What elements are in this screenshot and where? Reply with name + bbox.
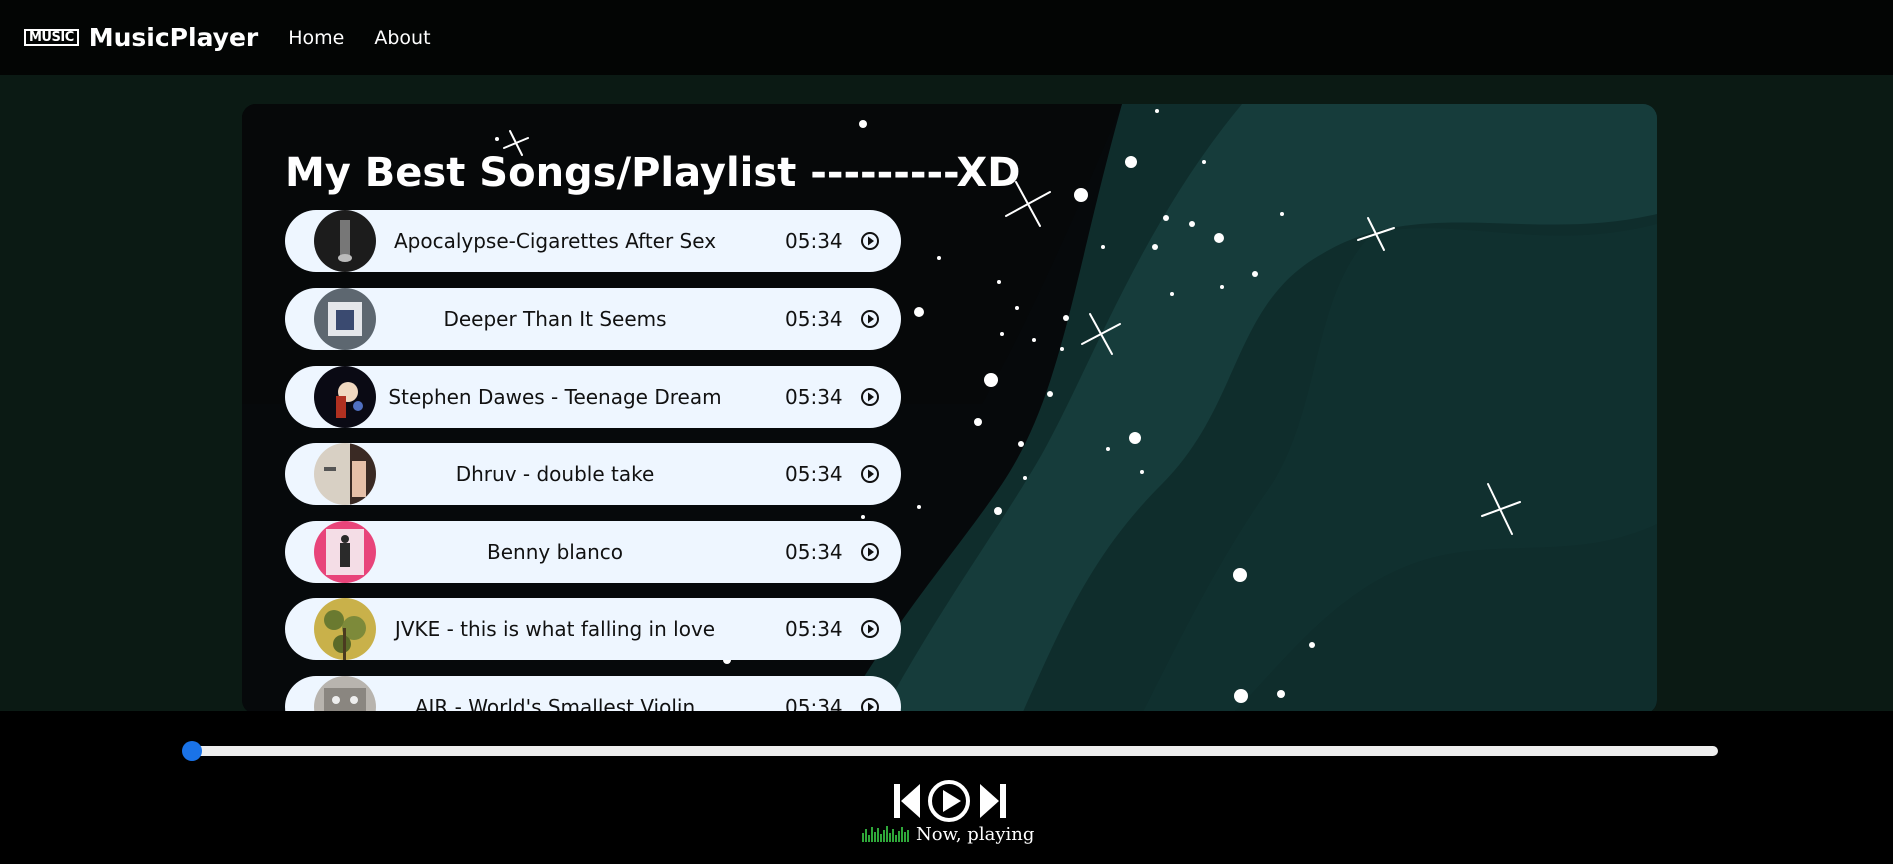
brand-title[interactable]: MusicPlayer <box>89 23 259 52</box>
play-circle-icon[interactable] <box>860 464 880 484</box>
song-title: JVKE - this is what falling in love <box>394 617 716 641</box>
album-cover <box>314 366 376 428</box>
play-icon[interactable] <box>928 780 970 822</box>
song-title: Dhruv - double take <box>455 462 655 486</box>
song-item[interactable]: JVKE - this is what falling in love 05:3… <box>285 598 901 660</box>
song-title: AJR - World's Smallest Violin <box>414 695 696 714</box>
now-playing-indicator: Now, playing <box>862 822 1034 846</box>
now-playing-text: Now, playing <box>916 823 1035 845</box>
play-circle-icon[interactable] <box>860 542 880 562</box>
playlist-container: My Best Songs/Playlist ---------XD Apoca… <box>242 104 1657 714</box>
song-item[interactable]: Deeper Than It Seems 05:34 <box>285 288 901 350</box>
song-duration: 05:34 <box>785 540 843 564</box>
song-duration: 05:34 <box>785 695 843 714</box>
previous-icon[interactable] <box>894 784 920 818</box>
nav-home-link[interactable]: Home <box>288 27 344 49</box>
song-duration: 05:34 <box>785 307 843 331</box>
song-item[interactable]: Stephen Dawes - Teenage Dream 05:34 <box>285 366 901 428</box>
album-cover <box>314 210 376 272</box>
logo-text: MUSIC <box>29 30 74 45</box>
next-icon[interactable] <box>980 784 1006 818</box>
progress-bar[interactable] <box>183 746 1718 756</box>
album-cover <box>314 598 376 660</box>
nav-about-link[interactable]: About <box>374 27 430 49</box>
song-title: Deeper Than It Seems <box>443 307 667 331</box>
album-cover <box>314 443 376 505</box>
song-duration: 05:34 <box>785 229 843 253</box>
navbar: MUSIC MusicPlayer Home About <box>0 0 1893 75</box>
song-item[interactable]: Benny blanco 05:34 <box>285 521 901 583</box>
playlist-title: My Best Songs/Playlist ---------XD <box>285 150 1021 196</box>
song-title: Stephen Dawes - Teenage Dream <box>388 385 722 409</box>
album-cover <box>314 676 376 714</box>
song-duration: 05:34 <box>785 617 843 641</box>
progress-thumb[interactable] <box>182 741 202 761</box>
song-title: Benny blanco <box>487 540 623 564</box>
song-item[interactable]: Apocalypse-Cigarettes After Sex 05:34 <box>285 210 901 272</box>
play-circle-icon[interactable] <box>860 309 880 329</box>
music-logo-icon[interactable]: MUSIC <box>24 29 79 46</box>
equalizer-icon <box>862 826 910 842</box>
album-cover <box>314 521 376 583</box>
song-title: Apocalypse-Cigarettes After Sex <box>393 229 717 253</box>
play-circle-icon[interactable] <box>860 619 880 639</box>
song-item[interactable]: AJR - World's Smallest Violin 05:34 <box>285 676 901 714</box>
player-bar: Now, playing <box>0 711 1893 864</box>
album-cover <box>314 288 376 350</box>
song-duration: 05:34 <box>785 462 843 486</box>
song-item[interactable]: Dhruv - double take 05:34 <box>285 443 901 505</box>
play-circle-icon[interactable] <box>860 387 880 407</box>
play-circle-icon[interactable] <box>860 231 880 251</box>
playback-controls <box>894 780 1006 822</box>
song-duration: 05:34 <box>785 385 843 409</box>
